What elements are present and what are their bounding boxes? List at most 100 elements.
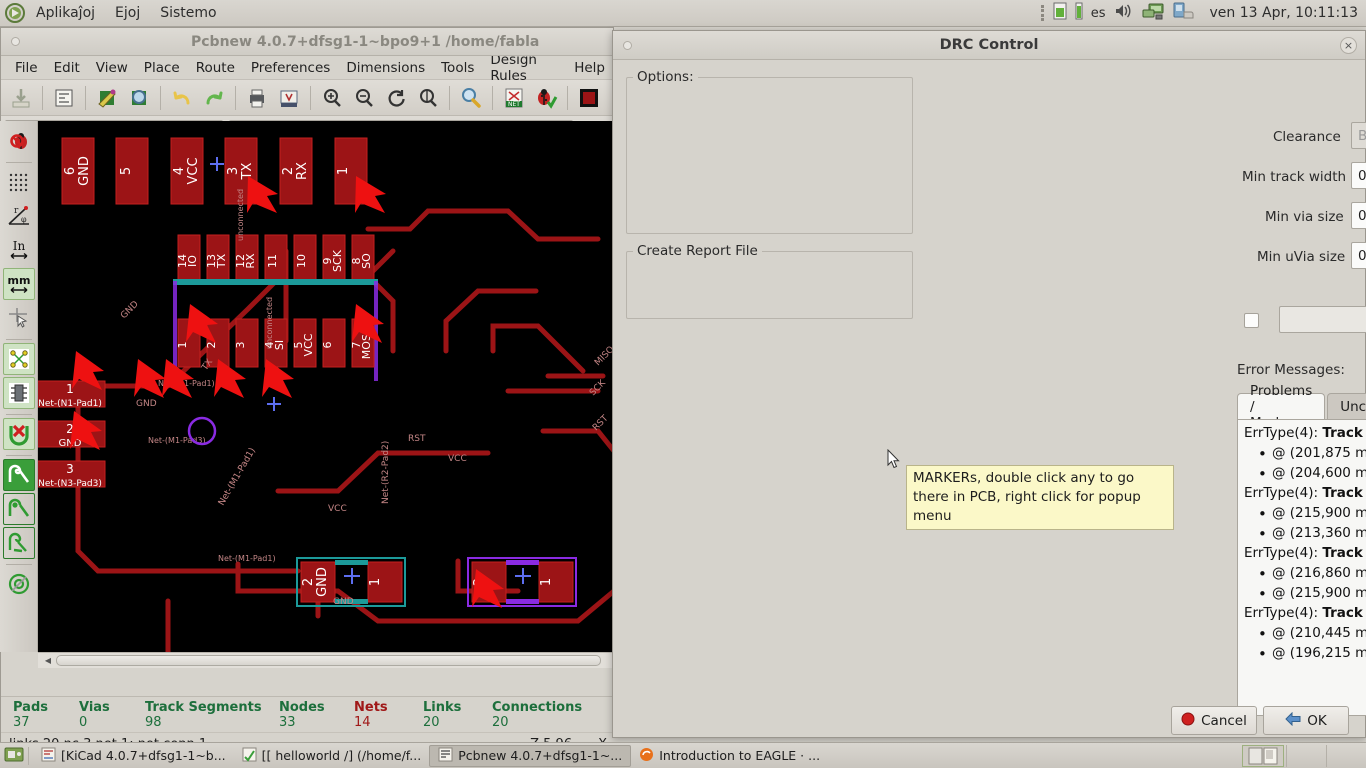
error-detail[interactable]: @ (216,860 mm,86,620 mm): Track 0,250 mm… (1238, 563, 1366, 583)
panel-tray: es ven 13 Apr, 10:11:13 (1040, 2, 1358, 24)
scrollbar-thumb[interactable] (56, 655, 601, 666)
zoom-in-icon[interactable] (317, 83, 347, 113)
pcbnew-titlebar[interactable]: Pcbnew 4.0.7+dfsg1-1~bpo9+1 /home/fabla (1, 28, 613, 56)
svg-text:2: 2 (281, 167, 296, 175)
print-icon[interactable] (242, 83, 272, 113)
pcbnew-icon (438, 747, 453, 765)
show-zones-outline-only-icon[interactable] (2, 527, 35, 559)
drc-titlebar[interactable]: DRC Control × (613, 31, 1365, 60)
error-group-header[interactable]: ErrType(4): Track near pad (1238, 603, 1366, 623)
save-icon[interactable] (6, 83, 36, 113)
workspace-pager-icon[interactable] (1242, 744, 1284, 767)
keyboard-layout-indicator[interactable]: es (1091, 6, 1106, 21)
taskbar-item-eeschema[interactable]: [[ helloworld /] (/home/f... (234, 745, 430, 767)
menu-help[interactable]: Help (566, 58, 613, 78)
redo-icon[interactable] (199, 83, 229, 113)
show-desktop-icon[interactable] (4, 745, 24, 767)
tab-problems-markers[interactable]: Problems / Markers (1237, 383, 1326, 431)
panel-menu-applications[interactable]: Aplikaĵoj (34, 4, 97, 22)
toolbar-separator (160, 85, 161, 110)
battery-icon[interactable] (1053, 2, 1067, 24)
undo-icon[interactable] (167, 83, 197, 113)
min-track-width-input[interactable]: 0,2 (1351, 162, 1366, 189)
close-icon[interactable]: × (1340, 36, 1357, 54)
min-via-size-input[interactable]: 0,4 (1351, 202, 1366, 229)
panel-menu-system[interactable]: Sistemo (158, 4, 218, 22)
show-zones-icon[interactable] (2, 459, 35, 491)
report-file-path-input[interactable] (1279, 306, 1366, 333)
menu-route[interactable]: Route (188, 58, 243, 78)
stat-connections: Connections 20 (492, 700, 582, 730)
distro-logo-icon[interactable] (5, 3, 25, 23)
module-ratsnest-icon[interactable] (2, 377, 35, 409)
page-settings-icon[interactable] (49, 83, 79, 113)
error-detail[interactable]: @ (204,600 mm,91,440 mm): Pad 1 on F.Cu,… (1238, 463, 1366, 483)
error-group-header[interactable]: ErrType(4): Track near pad (1238, 543, 1366, 563)
svg-text:3: 3 (234, 342, 247, 349)
taskbar-item-kicad[interactable]: [KiCad 4.0.7+dfsg1-1~b... (33, 745, 234, 767)
netlist-icon[interactable]: NET (499, 83, 529, 113)
open-module-viewer-icon[interactable] (124, 83, 154, 113)
volume-icon[interactable] (1114, 3, 1134, 23)
ic-outline (173, 279, 378, 285)
error-detail[interactable]: @ (215,900 mm,85,090 mm): Pad 1 on F.Cu,… (1238, 583, 1366, 603)
show-zones-outline-icon[interactable] (2, 493, 35, 525)
menu-place[interactable]: Place (136, 58, 188, 78)
printer-icon[interactable] (1172, 2, 1194, 24)
layer-color-icon[interactable] (574, 83, 604, 113)
tab-unconnected[interactable]: Unconnected (1327, 393, 1366, 419)
network-icon[interactable] (1142, 3, 1164, 24)
show-ratsnest-icon[interactable] (2, 343, 35, 375)
tray-handle-icon[interactable] (1040, 5, 1045, 21)
error-group-header[interactable]: ErrType(4): Track near pad (1238, 423, 1366, 443)
units-mm-icon[interactable]: mm (2, 268, 35, 300)
pcbnew-left-toolbar: r φ In mm (0, 121, 38, 652)
ok-button[interactable]: OK (1263, 706, 1349, 735)
panel-menu-places[interactable]: Ejoj (113, 4, 142, 22)
menu-file[interactable]: File (7, 58, 46, 78)
svg-text:TX: TX (240, 162, 255, 180)
scroll-left-icon[interactable]: ◀ (40, 656, 56, 665)
zoom-out-icon[interactable] (349, 83, 379, 113)
taskbar-item-pcbnew[interactable]: Pcbnew 4.0.7+dfsg1-1~... (429, 744, 632, 767)
cancel-label: Cancel (1201, 712, 1247, 729)
zoom-redraw-icon[interactable] (381, 83, 411, 113)
toolbar-separator (235, 85, 236, 110)
drc-off-icon[interactable] (3, 125, 35, 157)
cursor-shape-icon[interactable] (3, 302, 35, 334)
open-module-editor-icon[interactable] (92, 83, 122, 113)
error-detail[interactable]: @ (196,215 mm,79,740 mm): Pad 1 on F.Cu,… (1238, 643, 1366, 663)
svg-text:VCC: VCC (328, 504, 347, 514)
error-detail[interactable]: @ (210,445 mm,77,145 mm): Track 0,250 mm… (1238, 623, 1366, 643)
taskbar-item-firefox[interactable]: Introduction to EAGLE · ... (631, 745, 828, 767)
error-detail[interactable]: @ (201,875 mm,92,664 mm): Track 0,250 mm… (1238, 443, 1366, 463)
battery-secondary-icon[interactable] (1075, 2, 1083, 24)
menu-view[interactable]: View (88, 58, 136, 78)
report-file-checkbox[interactable] (1244, 313, 1259, 328)
min-uvia-size-input[interactable]: 0,2 (1351, 242, 1366, 269)
stat-label: Pads (13, 699, 48, 715)
error-detail[interactable]: @ (215,900 mm,89,913 mm): Track 0,250 mm… (1238, 503, 1366, 523)
find-icon[interactable] (456, 83, 486, 113)
error-detail[interactable]: @ (213,360 mm,85,090 mm): Pad 3 on F.Cu,… (1238, 523, 1366, 543)
auto-delete-track-icon[interactable] (2, 418, 35, 450)
toolbar-separator (310, 85, 311, 110)
grid-icon[interactable] (3, 166, 35, 198)
units-inch-icon[interactable]: In (3, 234, 35, 266)
drc-icon[interactable] (531, 83, 561, 113)
clearance-value: By Netclass (1358, 127, 1366, 144)
polar-coords-icon[interactable]: r φ (3, 200, 35, 232)
menu-dimensions[interactable]: Dimensions (338, 58, 433, 78)
menu-edit[interactable]: Edit (46, 58, 88, 78)
pcb-canvas[interactable]: 6 GND 5 4 VCC 3 TX 2 RX 1 14 IO 13 TX 12… (38, 121, 614, 652)
menu-tools[interactable]: Tools (433, 58, 482, 78)
show-vias-sketch-icon[interactable] (3, 568, 35, 600)
menu-preferences[interactable]: Preferences (243, 58, 338, 78)
error-list[interactable]: ErrType(4): Track near pad @ (201,875 mm… (1237, 419, 1366, 716)
zoom-fit-icon[interactable] (413, 83, 443, 113)
canvas-horizontal-scrollbar[interactable]: ◀ (38, 652, 614, 668)
error-group-header[interactable]: ErrType(4): Track near pad (1238, 483, 1366, 503)
plot-icon[interactable] (274, 83, 304, 113)
panel-clock[interactable]: ven 13 Apr, 10:11:13 (1210, 5, 1358, 21)
cancel-button[interactable]: Cancel (1171, 706, 1257, 735)
